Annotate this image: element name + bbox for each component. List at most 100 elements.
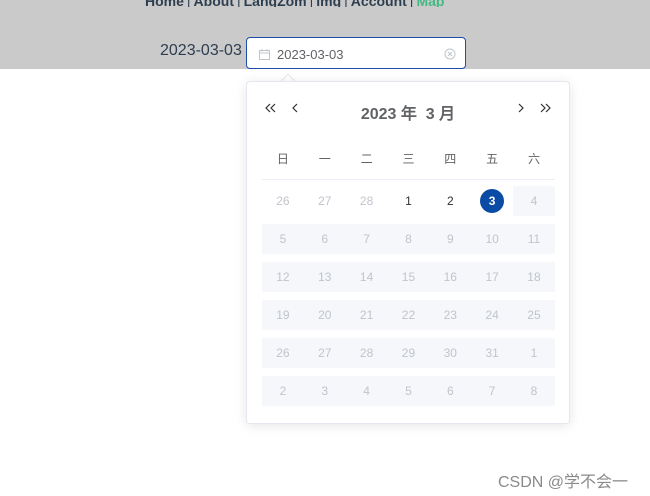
date-cell[interactable]: 27: [304, 183, 346, 221]
date-picker-panel: 2023 年 3 月 日一二三四五六 26 27 28 1 2 3 4 5 6 7 8 9 10 11 12…: [246, 81, 570, 424]
year-label[interactable]: 2023 年: [361, 106, 417, 123]
nav-separator: |: [344, 0, 348, 7]
date-cell: 16: [429, 259, 472, 297]
date-row: 5 6 7 8 9 10 11: [262, 221, 555, 259]
calendar-icon: [259, 47, 270, 60]
next-year-button[interactable]: [537, 100, 553, 116]
date-number: 7: [363, 232, 370, 246]
nav-link[interactable]: Home: [145, 0, 184, 7]
watermark-text: CSDN @学不会一: [498, 474, 629, 491]
date-number: 1: [530, 346, 538, 360]
date-number: 7: [488, 384, 496, 398]
nav-link[interactable]: img: [316, 0, 341, 7]
date-number: 28: [359, 194, 374, 208]
date-cell: 3: [303, 373, 346, 411]
nav-link[interactable]: About: [194, 0, 234, 7]
date-number: 17: [485, 270, 499, 284]
date-row: 26 27 28 1 2 3 4: [262, 183, 555, 221]
date-number: 5: [279, 232, 287, 246]
date-row: 2 3 4 56 7 8: [262, 373, 555, 411]
weekday-label: 三: [402, 152, 415, 166]
date-number: 18: [527, 270, 541, 284]
nav-separator: |: [410, 0, 414, 7]
date-number: 8: [530, 384, 538, 398]
nav-links: Home|About|LangZom|img|Account|Map: [145, 0, 444, 7]
date-number: 6: [321, 232, 329, 246]
date-cell[interactable]: 28: [346, 183, 388, 221]
date-row: 26 27 28 29 30 31 1: [262, 335, 555, 373]
date-cell[interactable]: 26: [262, 183, 304, 221]
date-number: 12: [276, 270, 290, 284]
date-number: 27: [318, 194, 332, 208]
date-number: 19: [276, 308, 290, 322]
date-number: 25: [527, 308, 541, 322]
chevron-right-icon: [518, 103, 524, 113]
date-number: 31: [485, 346, 499, 360]
date-cell: 8: [513, 373, 555, 411]
date-number: 20: [318, 308, 332, 322]
date-cell: 6: [429, 373, 472, 411]
date-cell: 9: [429, 221, 472, 259]
date-number: 3: [480, 189, 505, 213]
date-row: 19 20 21 22 23 24 25: [262, 297, 555, 335]
date-number: 2: [279, 384, 287, 398]
date-cell: 14: [345, 259, 388, 297]
date-cell: 30: [429, 335, 472, 373]
weekday-label: 五: [486, 152, 499, 166]
date-number: 11: [527, 232, 541, 246]
date-number: 21: [359, 308, 374, 322]
nav-link[interactable]: LangZom: [244, 0, 307, 7]
weekday-label: 二: [360, 152, 373, 166]
date-cell[interactable]: 1: [388, 183, 430, 221]
date-cell: 26: [262, 335, 304, 373]
date-cell: 25: [513, 297, 555, 335]
date-cell: 23: [429, 297, 472, 335]
date-number: 27: [318, 346, 332, 360]
date-cell: 21: [345, 297, 388, 335]
date-cell: 18: [513, 259, 555, 297]
date-cell: 31: [471, 335, 514, 373]
date-cell: 7: [471, 373, 514, 411]
date-picker-input[interactable]: [246, 37, 466, 69]
date-cell: 8: [387, 221, 430, 259]
nav-link[interactable]: Account: [351, 0, 407, 7]
date-cell: 19: [262, 297, 304, 335]
date-cell: 22: [387, 297, 430, 335]
date-table: 26 27 28 1 2 3 4 5 6 7 8 9 10 11 12 13 14 15 16 17 18 19 20 21 2…: [262, 183, 555, 411]
date-number: 4: [363, 384, 370, 398]
date-cell: 12: [262, 259, 304, 297]
date-number: 3: [321, 384, 329, 398]
weekday-label: 日: [276, 152, 289, 166]
double-chevron-right-icon: [540, 103, 551, 113]
nav-link[interactable]: Map: [416, 0, 444, 7]
date-cell: 6: [303, 221, 346, 259]
circle-close-icon[interactable]: [444, 47, 456, 60]
date-cell: 17: [471, 259, 514, 297]
date-cell: 7: [345, 221, 388, 259]
date-cell: 4: [345, 373, 388, 411]
date-cell: 13: [303, 259, 346, 297]
date-text-field[interactable]: [277, 45, 437, 63]
date-number: 14: [359, 270, 374, 284]
selected-date-cell[interactable]: 3: [471, 183, 513, 221]
weekday-label: 一: [318, 152, 331, 166]
date-cell: 2: [262, 373, 304, 411]
date-cell: 24: [471, 297, 514, 335]
date-cell: 10: [471, 221, 514, 259]
date-cell: 28: [345, 335, 388, 373]
date-cell[interactable]: 2: [429, 183, 471, 221]
nav-separator: |: [310, 0, 314, 7]
date-cell: 20: [303, 297, 346, 335]
date-cell: 4: [513, 183, 555, 221]
date-row: 12 13 14 15 16 17 18: [262, 259, 555, 297]
nav-separator: |: [237, 0, 241, 7]
date-number: 24: [485, 308, 499, 322]
selected-date-text: 2023-03-03: [160, 42, 242, 59]
date-number: 4: [530, 194, 538, 208]
date-cell: 5: [387, 373, 430, 411]
date-cell: 29: [387, 335, 430, 373]
month-label[interactable]: 3 月: [426, 106, 455, 123]
next-month-button[interactable]: [513, 100, 529, 116]
date-number: 13: [318, 270, 332, 284]
weekday-label: 六: [527, 152, 540, 166]
